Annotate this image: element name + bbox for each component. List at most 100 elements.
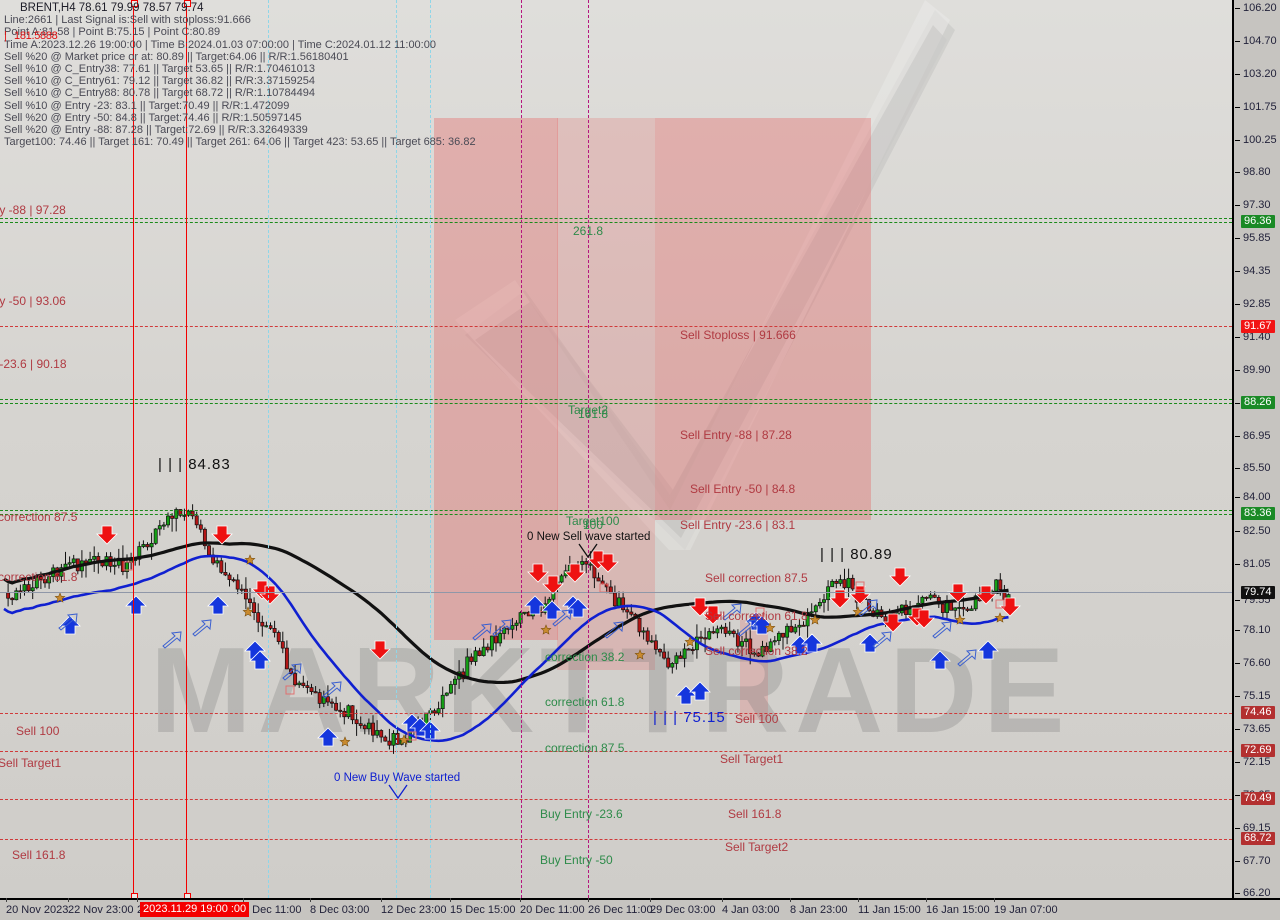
price-highlight-96-36: 96.36: [1241, 215, 1275, 228]
price-highlight-74-46: 74.46: [1241, 706, 1275, 719]
price-tick: 73.65: [1234, 723, 1280, 736]
sell-wave-pointer: [578, 543, 598, 559]
level-line-88-26b: [0, 403, 1232, 404]
left-label-entry-88: try -88 | 97.28: [0, 203, 66, 217]
level-line-70-49: [0, 799, 1232, 800]
price-tick: 104.70: [1234, 35, 1280, 48]
time-tick-mark: [6, 898, 7, 902]
price-tick: 84.00: [1234, 491, 1280, 504]
time-tick-mark: [926, 898, 927, 902]
label-buy-entry-236: Buy Entry -23.6: [540, 807, 623, 821]
comment-line-8: Sell %10 @ Entry -23: 83.1 || Target:70.…: [4, 99, 290, 112]
price-tick: 97.30: [1234, 199, 1280, 212]
comment-line-3: Time A:2023.12.26 19:00:00 | Time B:2024…: [4, 38, 436, 51]
time-tick-mark: [858, 898, 859, 902]
price-tick: 94.35: [1234, 265, 1280, 278]
label-correction-382: correction 38.2: [545, 650, 625, 664]
time-tick-label: 11 Jan 15:00: [858, 904, 921, 916]
label-sell-target1: Sell Target1: [720, 752, 784, 766]
chart-comment-block: BRENT,H4 78.61 79.99 78.57 79.74 Line:26…: [4, 2, 476, 148]
price-highlight-88-26: 88.26: [1241, 396, 1275, 409]
label-sell-100: Sell 100: [735, 712, 779, 726]
current-price-line: [0, 592, 1232, 593]
comment-line-6: Sell %10 @ C_Entry61: 79.12 || Target 36…: [4, 75, 316, 88]
label-correction-618: correction 61.8: [545, 695, 625, 709]
label-fib-2618: 261.8: [573, 224, 604, 238]
left-label-sell-target1: Sell Target1: [0, 756, 62, 770]
overlay-red-value: 181.5888: [14, 30, 58, 42]
buy-wave-pointer: [388, 784, 408, 800]
time-tick-mark: [68, 898, 69, 902]
label-sell-correction-618: Sell correction 61.8: [705, 609, 808, 623]
vline-magenta-2: [588, 0, 589, 898]
price-tick: 106.20: [1234, 2, 1280, 15]
price-tick: 103.20: [1234, 68, 1280, 81]
mt-chart-window: MARKTTRADE try -88 | 97.28: [0, 0, 1280, 920]
time-tick-label: 29 Dec 03:00: [650, 904, 716, 916]
time-tick-mark: [137, 898, 138, 902]
comment-line-1: Line:2661 | Last Signal is:Sell with sto…: [4, 14, 251, 27]
price-axis[interactable]: 106.20 104.70 103.20 101.75 100.25 98.80 97.30…: [1232, 0, 1280, 899]
price-highlight-68-72: 68.72: [1241, 832, 1275, 845]
time-tick-label: 12 Dec 23:00: [381, 904, 447, 916]
price-tick: 78.10: [1234, 624, 1280, 637]
label-sell-stoploss: Sell Stoploss | 91.666: [680, 328, 796, 342]
label-fib-100: 100: [583, 518, 604, 532]
level-line-stoploss: [0, 326, 1232, 327]
price-tick: 85.50: [1234, 462, 1280, 475]
time-tick-label: 16 Jan 15:00: [926, 904, 990, 916]
level-line-68-72: [0, 839, 1232, 840]
comment-line-9: Sell %20 @ Entry -50: 84.8 || Target:74.…: [4, 111, 302, 124]
time-tick-label: 8 Dec 03:00: [310, 904, 370, 916]
chart-plot-area[interactable]: MARKTTRADE try -88 | 97.28: [0, 0, 1232, 898]
price-marker-8483: | | | 84.83: [158, 456, 231, 473]
price-highlight-79-74: 79.74: [1241, 586, 1275, 599]
left-label-sell-100: Sell 100: [16, 724, 60, 738]
vline-magenta-1: [521, 0, 522, 898]
level-line-96-36: [0, 218, 1232, 219]
price-highlight-72-69: 72.69: [1241, 744, 1275, 757]
price-tick: 76.60: [1234, 657, 1280, 670]
price-tick: 81.05: [1234, 558, 1280, 571]
left-label-entry-50: try -50 | 93.06: [0, 294, 66, 308]
left-label-entry-236: y -23.6 | 90.18: [0, 357, 67, 371]
time-tick-mark: [450, 898, 451, 902]
price-tick: 82.50: [1234, 525, 1280, 538]
label-sell-target2: Sell Target2: [725, 840, 789, 854]
price-highlight-70-49: 70.49: [1241, 792, 1275, 805]
time-tick-label: 20 Dec 11:00: [520, 904, 585, 916]
overlay-red-pipe: |: [4, 30, 7, 42]
price-tick: 98.80: [1234, 166, 1280, 179]
comment-line-10: Sell %20 @ Entry -88: 87.28 || Target:72…: [4, 124, 308, 137]
time-tick-label: 26 Dec 11:00: [588, 904, 653, 916]
price-tick: 95.85: [1234, 232, 1280, 245]
time-tick-mark: [650, 898, 651, 902]
time-tick-mark: [310, 898, 311, 902]
label-new-buy-wave: 0 New Buy Wave started: [334, 772, 461, 784]
comment-line-5: Sell %10 @ C_Entry38: 77.61 || Target 53…: [4, 63, 316, 76]
time-tick-mark: [722, 898, 723, 902]
level-line-74-46: [0, 713, 1232, 714]
price-tick: 92.85: [1234, 298, 1280, 311]
comment-line-11: Target100: 74.46 || Target 161: 70.49 ||…: [4, 136, 476, 149]
label-new-sell-wave: 0 New Sell wave started: [527, 531, 651, 543]
time-axis[interactable]: 20 Nov 202322 Nov 23:002 Dec 15:005 Dec …: [0, 898, 1280, 920]
label-sell-correction-382: Sell correction 38.2: [705, 644, 808, 658]
price-tick: 72.15: [1234, 756, 1280, 769]
time-tick-label: 19 Jan 07:00: [994, 904, 1058, 916]
price-tick: 86.95: [1234, 430, 1280, 443]
time-tick-label: 20 Nov 2023: [6, 904, 69, 916]
label-sell-correction-875: Sell correction 87.5: [705, 571, 808, 585]
price-tick: 89.90: [1234, 364, 1280, 377]
time-tick-label: 22 Nov 23:00: [68, 904, 134, 916]
level-line-88-26a: [0, 399, 1232, 400]
time-tick-mark: [790, 898, 791, 902]
label-sell-entry-88: Sell Entry -88 | 87.28: [680, 428, 792, 442]
comment-line-7: Sell %10 @ C_Entry88: 80.78 || Target 68…: [4, 87, 316, 100]
label-buy-entry-50: Buy Entry -50: [540, 853, 613, 867]
time-tick-mark: [994, 898, 995, 902]
price-marker-8089: | | | 80.89: [820, 546, 893, 563]
time-tick-mark: [520, 898, 521, 902]
left-label-correction-875: correction 87.5: [0, 510, 78, 524]
label-sell-1618: Sell 161.8: [728, 807, 782, 821]
